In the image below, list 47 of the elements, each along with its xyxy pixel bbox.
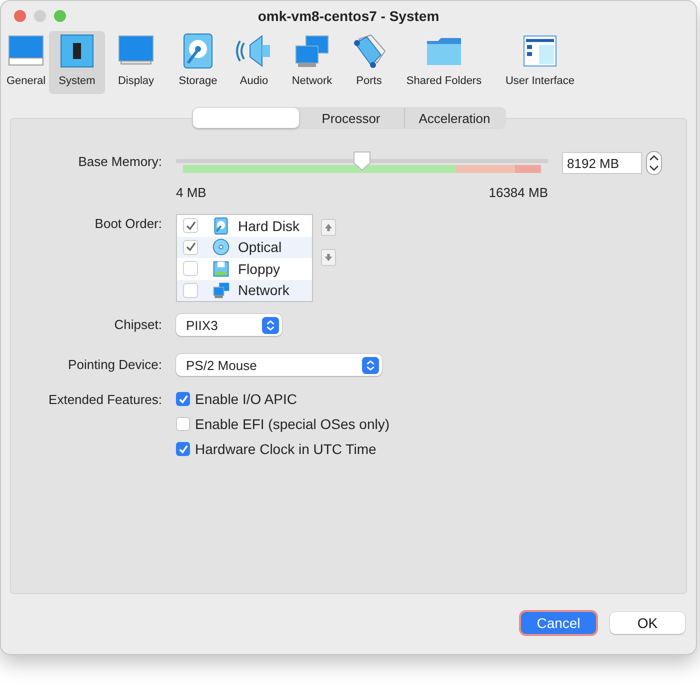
slider-thumb[interactable] bbox=[353, 151, 371, 171]
field-label: Chipset: bbox=[113, 316, 162, 332]
checkbox[interactable] bbox=[176, 417, 190, 431]
checkbox-option[interactable]: Enable EFI (special OSes only) bbox=[176, 415, 686, 433]
boot-item[interactable]: Network bbox=[177, 280, 312, 301]
toolbar-item[interactable]: Display bbox=[105, 31, 167, 94]
field-label: Boot Order: bbox=[94, 215, 162, 231]
pointing-device-dropdown[interactable]: PS/2 Mouse bbox=[176, 354, 382, 376]
toolbar-item[interactable]: Network bbox=[279, 31, 345, 94]
checkbox[interactable] bbox=[176, 392, 190, 406]
toolbar-item[interactable]: System bbox=[49, 31, 105, 94]
field-label: Extended Features: bbox=[48, 391, 162, 407]
toolbar-item[interactable]: Shared Folders bbox=[393, 31, 495, 94]
min-label: 4 MB bbox=[176, 185, 206, 200]
arrow-down-icon bbox=[324, 253, 333, 262]
window-title: omk-vm8-centos7 - System bbox=[258, 8, 440, 24]
checkbox-option[interactable]: Hardware Clock in UTC Time bbox=[176, 440, 686, 458]
dropdown-arrows-icon bbox=[362, 356, 379, 374]
tab[interactable]: Acceleration bbox=[404, 108, 504, 128]
toolbar-item[interactable]: General bbox=[3, 31, 49, 94]
floppy-icon bbox=[212, 260, 230, 278]
toolbar-item[interactable]: Audio bbox=[229, 31, 279, 94]
toolbar-item[interactable]: User Interface bbox=[495, 31, 585, 94]
max-label: 16384 MB bbox=[488, 185, 548, 200]
memory-input-field[interactable]: 8192 MB bbox=[562, 152, 642, 174]
boot-item[interactable]: Floppy bbox=[177, 258, 312, 280]
chipset-dropdown[interactable]: PIIX3 bbox=[176, 314, 282, 336]
close-button[interactable] bbox=[14, 10, 26, 22]
boot-item[interactable]: Hard Disk bbox=[177, 215, 312, 236]
network-icon bbox=[212, 281, 230, 300]
toolbar-item[interactable]: Storage bbox=[167, 31, 229, 94]
boot-item[interactable]: Optical bbox=[177, 236, 312, 258]
dropdown-arrows-icon bbox=[262, 316, 279, 334]
field-label: Base Memory: bbox=[77, 153, 162, 169]
move-up-button[interactable] bbox=[321, 219, 336, 236]
ok-button[interactable]: OK bbox=[610, 612, 685, 634]
checkbox[interactable] bbox=[176, 442, 190, 456]
optical-disc-icon bbox=[212, 238, 230, 256]
toolbar-item[interactable]: Ports bbox=[345, 31, 393, 94]
checkbox-option[interactable]: Enable I/O APIC bbox=[176, 390, 686, 408]
arrow-up-icon bbox=[324, 223, 333, 232]
move-down-button[interactable] bbox=[321, 249, 336, 266]
cancel-button[interactable]: Cancel bbox=[521, 612, 596, 634]
tab[interactable]: Processor bbox=[298, 108, 404, 128]
field-label: Pointing Device: bbox=[67, 356, 162, 372]
stepper-icon[interactable] bbox=[646, 151, 662, 175]
zoom-button[interactable] bbox=[54, 10, 66, 22]
